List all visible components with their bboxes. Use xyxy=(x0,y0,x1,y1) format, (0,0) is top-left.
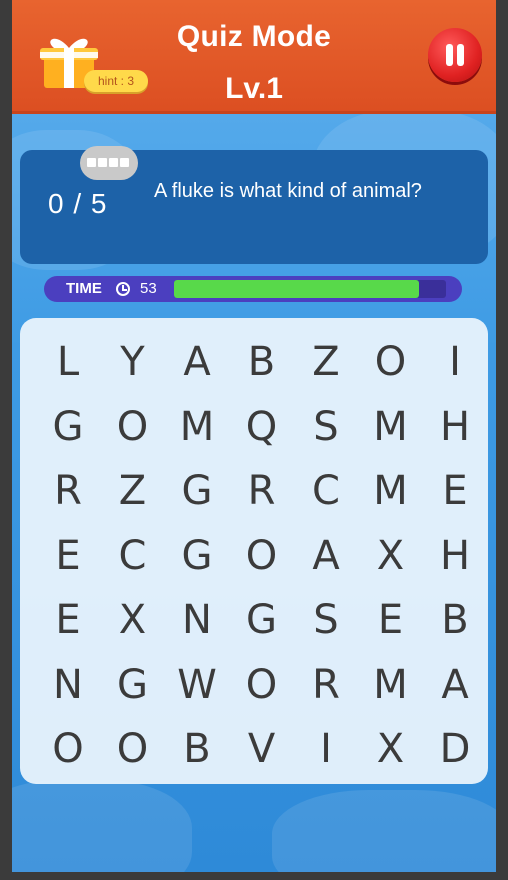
grid-cell[interactable]: M xyxy=(359,653,423,717)
letter-grid-panel: LYABZOIGOMQSMHRZGRCMEECGOAXHEXNGSEBNGWOR… xyxy=(20,318,488,784)
progress-pip xyxy=(109,158,118,167)
grid-cell[interactable]: B xyxy=(423,588,487,652)
grid-cell[interactable]: O xyxy=(230,653,294,717)
grid-cell[interactable]: G xyxy=(230,588,294,652)
progress-pip xyxy=(87,158,96,167)
grid-cell[interactable]: G xyxy=(101,653,165,717)
grid-cell[interactable]: O xyxy=(101,395,165,459)
grid-cell[interactable]: Z xyxy=(294,330,358,394)
found-words-indicator xyxy=(80,146,138,180)
grid-cell[interactable]: D xyxy=(423,717,487,781)
grid-cell[interactable]: H xyxy=(423,395,487,459)
clock-icon xyxy=(116,282,130,296)
grid-cell[interactable]: E xyxy=(359,588,423,652)
grid-cell[interactable]: I xyxy=(423,330,487,394)
grid-cell[interactable]: N xyxy=(165,588,229,652)
grid-cell[interactable]: O xyxy=(359,330,423,394)
frame-left xyxy=(0,0,12,880)
timer-fill xyxy=(174,280,419,298)
background-puzzle-piece xyxy=(12,780,192,872)
background-puzzle-piece xyxy=(272,790,496,872)
grid-cell[interactable]: C xyxy=(101,524,165,588)
grid-cell[interactable]: E xyxy=(36,588,100,652)
question-text: A fluke is what kind of animal? xyxy=(154,180,422,202)
game-screen: hint : 3 Quiz Mode Lv.1 0 / 5 A fluke is… xyxy=(12,0,496,872)
grid-cell[interactable]: E xyxy=(423,459,487,523)
grid-cell[interactable]: B xyxy=(165,717,229,781)
frame-right xyxy=(496,0,508,880)
grid-cell[interactable]: G xyxy=(165,459,229,523)
grid-cell[interactable]: R xyxy=(36,459,100,523)
grid-cell[interactable]: N xyxy=(36,653,100,717)
level-indicator: Lv.1 xyxy=(225,72,283,105)
grid-cell[interactable]: O xyxy=(230,524,294,588)
grid-cell[interactable]: Q xyxy=(230,395,294,459)
grid-cell[interactable]: X xyxy=(101,588,165,652)
grid-cell[interactable]: G xyxy=(36,395,100,459)
grid-cell[interactable]: Y xyxy=(101,330,165,394)
pause-button[interactable] xyxy=(428,28,482,82)
grid-cell[interactable]: A xyxy=(294,524,358,588)
grid-cell[interactable]: L xyxy=(36,330,100,394)
frame-bottom xyxy=(0,872,508,880)
top-bar: hint : 3 Quiz Mode Lv.1 xyxy=(12,0,496,114)
grid-cell[interactable]: X xyxy=(359,524,423,588)
grid-cell[interactable]: R xyxy=(294,653,358,717)
grid-cell[interactable]: S xyxy=(294,588,358,652)
grid-cell[interactable]: O xyxy=(36,717,100,781)
grid-cell[interactable]: C xyxy=(294,459,358,523)
grid-cell[interactable]: I xyxy=(294,717,358,781)
timer-bar: TIME 53 xyxy=(44,276,462,302)
pause-icon xyxy=(446,44,453,66)
grid-cell[interactable]: H xyxy=(423,524,487,588)
grid-cell[interactable]: A xyxy=(165,330,229,394)
grid-cell[interactable]: X xyxy=(359,717,423,781)
progress-pip xyxy=(98,158,107,167)
progress-pip xyxy=(120,158,129,167)
score-counter: 0 / 5 xyxy=(48,188,108,219)
grid-cell[interactable]: A xyxy=(423,653,487,717)
pause-icon xyxy=(457,44,464,66)
grid-cell[interactable]: O xyxy=(101,717,165,781)
grid-cell[interactable]: V xyxy=(230,717,294,781)
grid-cell[interactable]: W xyxy=(165,653,229,717)
timer-track xyxy=(174,280,446,298)
grid-cell[interactable]: M xyxy=(165,395,229,459)
grid-cell[interactable]: Z xyxy=(101,459,165,523)
grid-cell[interactable]: R xyxy=(230,459,294,523)
timer-value: 53 xyxy=(140,280,157,297)
page-title: Quiz Mode xyxy=(176,20,332,53)
grid-cell[interactable]: G xyxy=(165,524,229,588)
grid-cell[interactable]: M xyxy=(359,395,423,459)
grid-cell[interactable]: B xyxy=(230,330,294,394)
grid-cell[interactable]: M xyxy=(359,459,423,523)
timer-label: TIME xyxy=(66,280,102,297)
grid-cell[interactable]: S xyxy=(294,395,358,459)
grid-cell[interactable]: E xyxy=(36,524,100,588)
